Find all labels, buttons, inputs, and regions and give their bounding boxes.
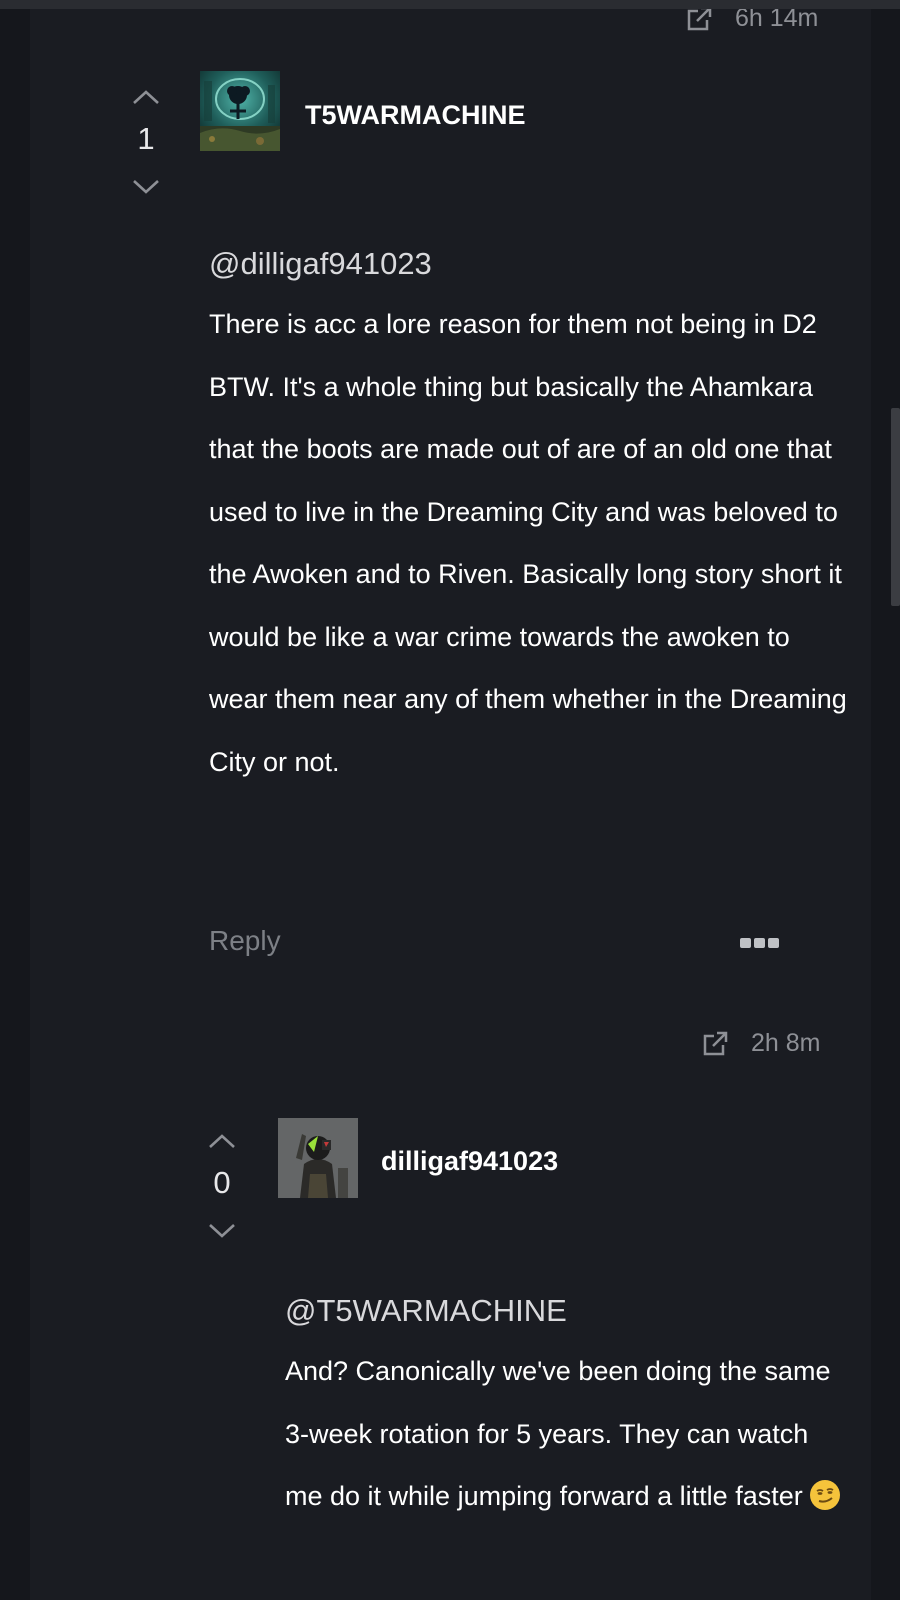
status-bar [0, 0, 900, 9]
timestamp: 2h 8m [751, 1029, 821, 1057]
external-link-icon[interactable] [685, 9, 713, 33]
mention[interactable]: @T5WARMACHINE [285, 1291, 567, 1331]
more-dots-icon[interactable] [740, 938, 779, 948]
avatar-image [278, 1118, 358, 1198]
left-gutter [0, 9, 30, 1600]
avatar-image [200, 71, 280, 151]
scrollbar[interactable] [891, 408, 900, 606]
smirking-face-emoji [809, 1480, 840, 1510]
vote-score: 0 [213, 1165, 231, 1200]
external-link-icon[interactable] [701, 1030, 729, 1058]
comment-body-text: And? Canonically we've been doing the sa… [285, 1356, 831, 1511]
comment-body: And? Canonically we've been doing the sa… [285, 1340, 845, 1528]
avatar[interactable] [200, 71, 280, 151]
chevron-down-icon[interactable] [206, 1221, 238, 1241]
comment-body: There is acc a lore reason for them not … [209, 309, 847, 777]
mention[interactable]: @dilligaf941023 [209, 244, 432, 284]
reply-button[interactable]: Reply [209, 923, 281, 959]
comment-meta: 6h 14m [685, 9, 818, 33]
avatar[interactable] [278, 1118, 358, 1198]
timestamp: 6h 14m [735, 9, 819, 32]
vote-score: 1 [137, 121, 155, 156]
right-gutter [871, 9, 900, 1600]
vote-control: 0 [192, 1131, 252, 1241]
comment-meta: 2h 8m [701, 1029, 820, 1058]
chevron-down-icon[interactable] [130, 177, 162, 197]
username[interactable]: dilligaf941023 [381, 1144, 558, 1178]
chevron-up-icon[interactable] [130, 87, 162, 107]
vote-control: 1 [116, 87, 176, 197]
username[interactable]: T5WARMACHINE [305, 98, 526, 132]
comment-thread: 6h 14m 1 T5WARMACHINE @dilligaf941023 Th… [30, 9, 871, 1600]
chevron-up-icon[interactable] [206, 1131, 238, 1151]
